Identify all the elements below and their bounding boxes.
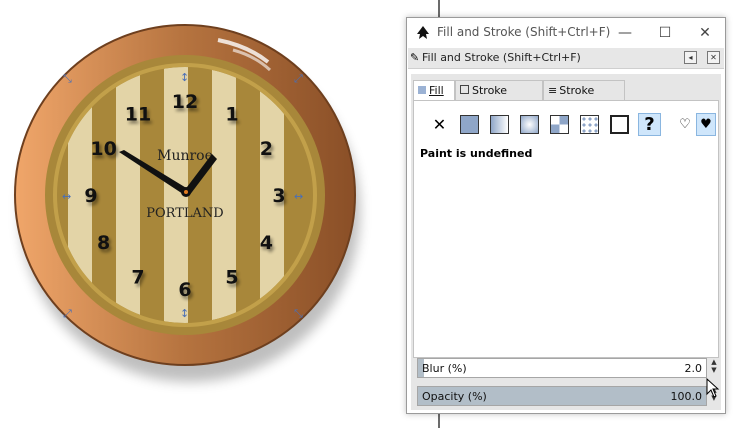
title-bar[interactable]: Fill and Stroke (Shift+Ctrl+F) — ☐ ✕ — [407, 18, 725, 48]
inkscape-icon — [417, 26, 429, 39]
fill-stroke-panel: Fill Stroke paint ≡Stroke style ✕ — [411, 74, 721, 410]
blur-slider[interactable]: Blur (%) 2.0 — [417, 358, 707, 378]
fill-rule-evenodd-icon: ♡ — [679, 117, 691, 132]
clock-artwork[interactable]: 121211223344556677889910101111 Munroe PO… — [0, 0, 400, 428]
spin-up-icon: ▲ — [711, 358, 717, 366]
clock-number: 7 — [131, 266, 144, 288]
fill-rule-nonzero-button[interactable]: ♥ — [696, 113, 716, 136]
pattern-icon — [580, 115, 599, 134]
opacity-slider[interactable]: Opacity (%) 100.0 — [417, 386, 707, 406]
fill-stroke-dialog: Fill and Stroke (Shift+Ctrl+F) — ☐ ✕ ✎ F… — [406, 17, 726, 414]
clock-number: 6 — [178, 279, 191, 301]
paint-status-text: Paint is undefined — [420, 147, 533, 160]
blur-value: 2.0 — [684, 362, 703, 375]
maximize-button[interactable]: ☐ — [645, 18, 685, 48]
scale-arrow-icon[interactable]: ↔ — [62, 191, 71, 202]
clock-number: 8 — [97, 232, 110, 254]
linear-gradient-icon — [490, 115, 509, 134]
drawing-canvas[interactable]: 12 12 1 1 2 2 3 3 4 4 5 5 6 6 7 7 8 8 9 9 10 10 11 11 Munroe PO… — [0, 0, 400, 428]
scale-arrow-icon[interactable]: ↕ — [180, 308, 189, 319]
brand-bottom-text: PORTLAND — [146, 206, 223, 221]
scale-arrow-icon[interactable]: ↕ — [180, 72, 189, 83]
fill-rule-nonzero-icon: ♥ — [700, 117, 712, 132]
scale-arrow-icon[interactable]: ↔ — [294, 191, 303, 202]
scale-arrow-icon[interactable]: ⤡ — [63, 73, 72, 84]
swatch-button[interactable] — [608, 113, 631, 136]
stroke-style-icon: ≡ — [548, 84, 558, 97]
opacity-value: 100.0 — [670, 390, 703, 403]
mesh-gradient-icon — [550, 115, 569, 134]
fill-rule-evenodd-button[interactable]: ♡ — [676, 113, 694, 136]
close-button[interactable]: ✕ — [685, 18, 725, 48]
dock-header: ✎ Fill and Stroke (Shift+Ctrl+F) ◂ ✕ — [408, 48, 724, 69]
dock-iconify-button[interactable]: ◂ — [684, 51, 697, 64]
minimize-icon: — — [618, 25, 632, 41]
spin-down-icon: ▼ — [711, 366, 717, 374]
unset-paint-button[interactable]: ? — [638, 113, 661, 136]
clock-number: 12 — [172, 91, 198, 113]
maximize-icon: ☐ — [658, 25, 672, 41]
scale-arrow-icon[interactable]: ⤢ — [63, 308, 72, 319]
tab-fill-label: Fill — [429, 84, 444, 97]
dock-title: Fill and Stroke (Shift+Ctrl+F) — [422, 51, 581, 64]
clock-number: 11 — [125, 104, 151, 126]
clock-number: 3 — [272, 185, 285, 207]
scale-arrow-icon[interactable]: ⤡ — [294, 308, 303, 319]
clock-number: 4 — [260, 232, 273, 254]
scale-arrow-icon[interactable]: ⤢ — [294, 73, 303, 84]
radial-gradient-button[interactable] — [518, 113, 541, 136]
mesh-gradient-button[interactable] — [548, 113, 571, 136]
window-title: Fill and Stroke (Shift+Ctrl+F) — [437, 25, 611, 39]
clock-number: 1 — [225, 104, 238, 126]
fill-icon — [418, 86, 426, 94]
center-dot — [184, 190, 188, 194]
flat-color-icon — [460, 115, 479, 134]
fill-tab-content: ✕ ? ♡ ♥ Paint is undefined — [413, 100, 719, 358]
opacity-label: Opacity (%) — [422, 390, 487, 403]
radial-gradient-icon — [520, 115, 539, 134]
paintbrush-icon: ✎ — [410, 51, 420, 64]
no-paint-button[interactable]: ✕ — [428, 113, 451, 136]
dock-close-button[interactable]: ✕ — [707, 51, 720, 64]
blur-label: Blur (%) — [422, 362, 467, 375]
stroke-paint-icon — [460, 85, 469, 94]
swatch-icon — [610, 115, 629, 134]
clock-number: 2 — [260, 138, 273, 160]
no-paint-icon: ✕ — [432, 115, 447, 134]
brand-top-text: Munroe — [157, 148, 213, 164]
mouse-cursor-icon — [706, 378, 720, 398]
linear-gradient-button[interactable] — [488, 113, 511, 136]
clock-number: 10 — [90, 138, 116, 160]
clock-number: 5 — [225, 266, 238, 288]
tab-stroke-paint[interactable]: Stroke paint — [455, 80, 543, 117]
blur-spin-buttons[interactable]: ▲ ▼ — [709, 358, 719, 378]
close-icon: ✕ — [699, 25, 711, 41]
unset-icon: ? — [644, 114, 655, 135]
tab-stroke-style[interactable]: ≡Stroke style — [543, 80, 625, 117]
clock-number: 9 — [84, 185, 97, 207]
minimize-button[interactable]: — — [605, 18, 645, 48]
pattern-button[interactable] — [578, 113, 601, 136]
tab-fill[interactable]: Fill — [413, 80, 455, 100]
flat-color-button[interactable] — [458, 113, 481, 136]
